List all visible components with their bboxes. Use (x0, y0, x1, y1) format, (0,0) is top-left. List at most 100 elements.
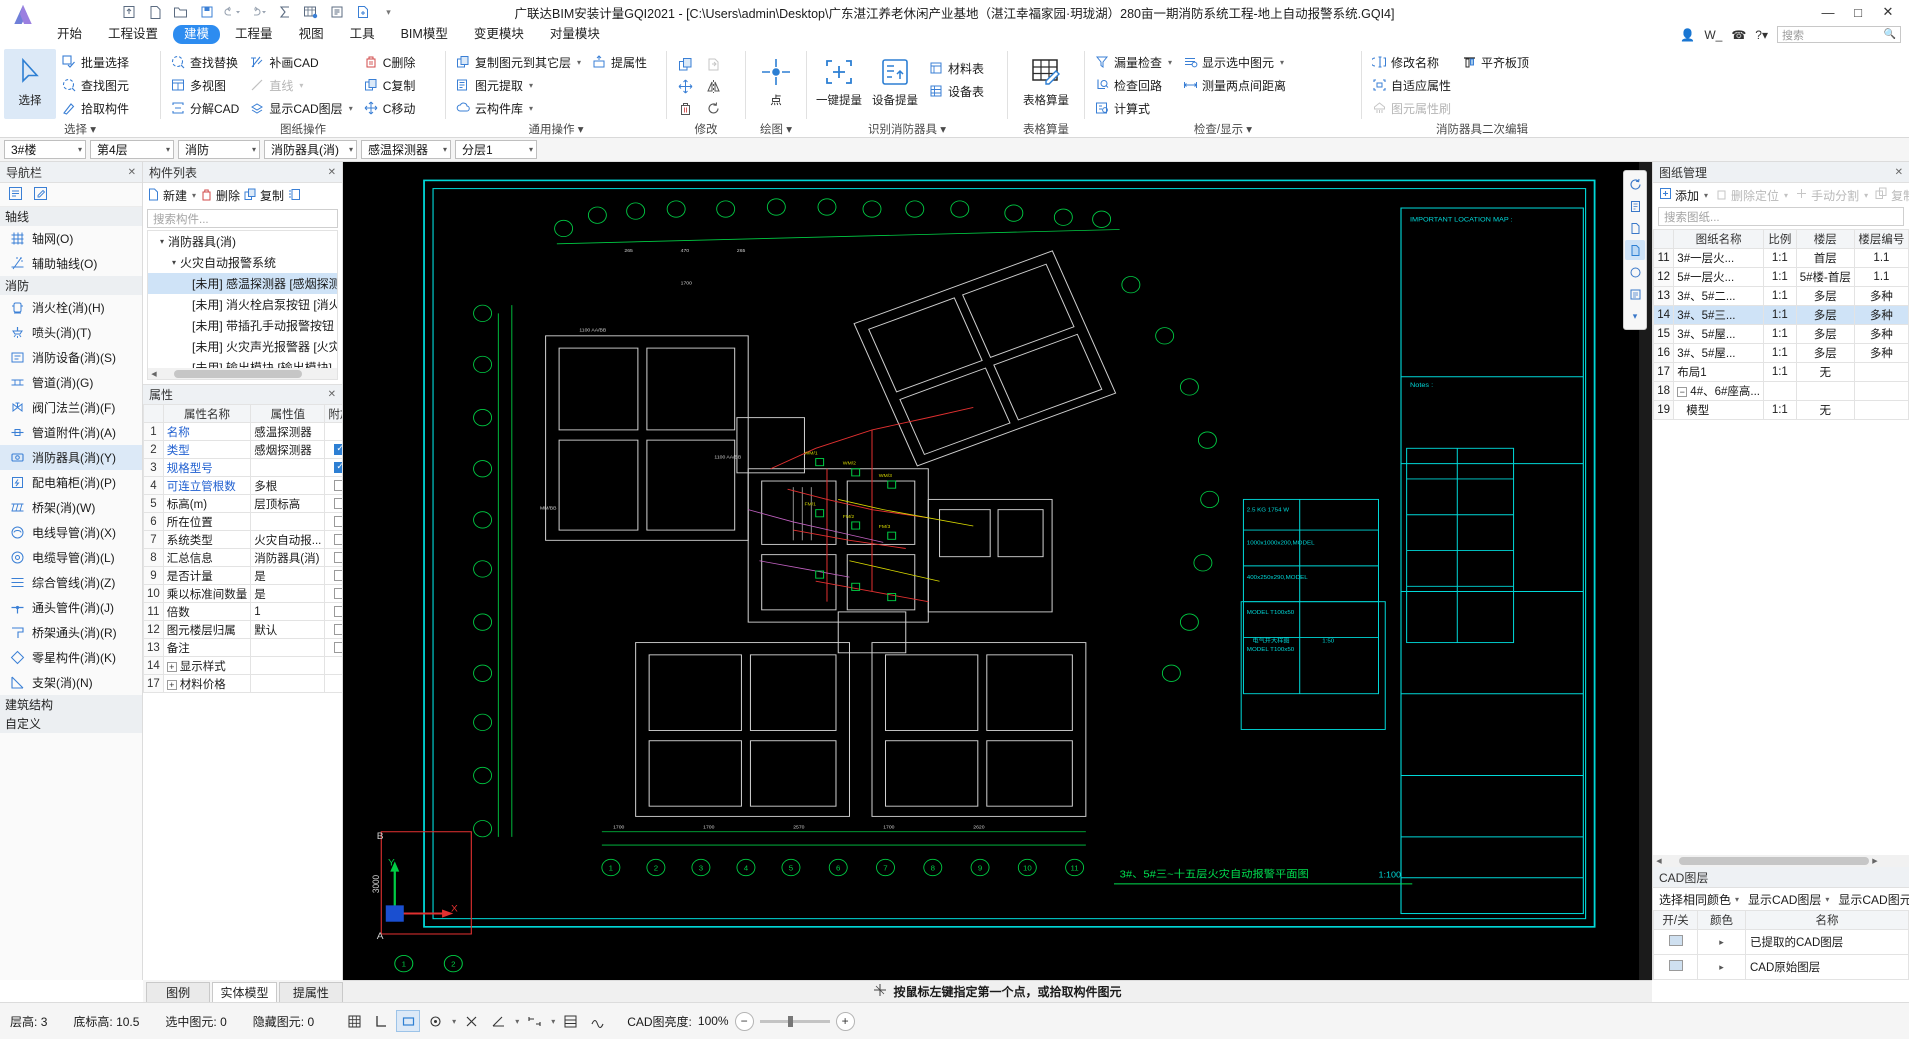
table-row[interactable]: 7 系统类型 火灾自动报... (143, 530, 342, 549)
sidebar-item-hydrant[interactable]: 消火栓(消)(H) (0, 295, 142, 320)
window-controls[interactable]: — □ ✕ (1813, 0, 1903, 24)
tree-node[interactable]: [未用] 感温探测器 [感烟探测器] (148, 273, 337, 294)
attr-check[interactable] (324, 458, 342, 477)
drawing-name[interactable]: 3#、5#屋... (1673, 324, 1764, 344)
menu-tab-project-settings[interactable]: 工程设置 (97, 25, 169, 44)
attr-value[interactable]: 是 (250, 566, 326, 585)
chevron-down-icon[interactable]: ▾ (577, 58, 581, 67)
batch-select-button[interactable]: 批量选择 (56, 51, 134, 73)
redo-icon[interactable] (250, 4, 267, 21)
twisty-icon[interactable]: ▾ (156, 237, 168, 246)
component-selector[interactable]: 感温探测器 ▾ (361, 140, 451, 159)
layer-toggle-cell[interactable] (1653, 929, 1698, 955)
component-tree[interactable]: ▾ 消防器具(消) ▾ 火灾自动报警系统 [未用] 感温探测器 [感烟探测器] … (147, 230, 338, 380)
layer-on-swatch[interactable] (1668, 960, 1683, 971)
checkbox[interactable] (334, 623, 342, 635)
attr-value[interactable]: 层顶标高 (250, 494, 326, 513)
layer-stack-icon[interactable] (1625, 196, 1645, 216)
zoom-slider-knob[interactable] (787, 1015, 793, 1027)
list-icon[interactable] (1625, 284, 1645, 304)
menu-tab-bim-model[interactable]: BIM模型 (390, 25, 459, 44)
component-type-selector[interactable]: 消防器具(消) ▾ (264, 140, 357, 159)
sidebar-item-distribution-box[interactable]: 配电箱柜(消)(P) (0, 470, 142, 495)
chevron-down-icon[interactable]: ▾ (192, 191, 196, 200)
new-component-button[interactable]: 新建 ▾ (147, 187, 196, 204)
drawing-name[interactable]: 5#一层火... (1673, 267, 1764, 287)
close-icon[interactable]: ✕ (328, 167, 336, 178)
search-input[interactable]: 搜索 🔍 (1777, 26, 1901, 43)
search-icon[interactable]: 🔍 (1884, 29, 1896, 40)
tab-solid-model[interactable]: 实体模型 (212, 982, 277, 1002)
list-icon[interactable] (8, 186, 23, 204)
tree-node[interactable]: [未用] 消火栓启泵按钮 [消火栓启泵 (148, 294, 337, 315)
menu-tab-compare-module[interactable]: 对量模块 (539, 25, 611, 44)
new-doc-icon[interactable] (146, 4, 163, 21)
attr-check[interactable] (324, 602, 342, 621)
copy-component-button[interactable]: 复制 (244, 187, 284, 204)
chevron-down-icon[interactable]: ▾ (244, 145, 256, 154)
drawing-table[interactable]: 图纸名称 比例 楼层 楼层编号 11 3#一层火... 1:1 首层 1.1 12 5#一… (1653, 229, 1909, 855)
component-list-toolbar[interactable]: 新建 ▾ 删除 复制 (143, 183, 342, 208)
sidebar-item-valve-flange[interactable]: 阀门法兰(消)(F) (0, 395, 142, 420)
chevron-down-icon[interactable]: ▾ (1825, 895, 1829, 904)
attr-check[interactable] (324, 548, 342, 567)
table-row[interactable]: 12 图元楼层归属 默认 (143, 620, 342, 639)
close-icon[interactable]: ✕ (328, 389, 336, 400)
layer-selector[interactable]: 分层1 ▾ (455, 140, 537, 159)
attr-value[interactable]: 消防器具(消) (250, 548, 326, 567)
pick-component-button[interactable]: 拾取构件 (56, 97, 134, 119)
table-row[interactable]: 13 3#、5#二... 1:1 多层 多种 (1653, 286, 1909, 306)
show-selected-element-button[interactable]: 显示选中图元 ▾ (1177, 51, 1291, 73)
table-row[interactable]: ▸ CAD原始图层 (1653, 954, 1909, 980)
ortho-toggle-icon[interactable] (369, 1010, 393, 1032)
chevron-down-icon[interactable]: ▾ (1280, 58, 1284, 67)
chevron-down-icon[interactable]: ▾ (70, 145, 82, 154)
edit-icon[interactable] (33, 186, 48, 204)
table-row[interactable]: 6 所在位置 (143, 512, 342, 531)
sidebar-item-pipe[interactable]: 管道(消)(G) (0, 370, 142, 395)
attr-value[interactable]: 火灾自动报... (250, 530, 326, 549)
rename-button[interactable]: 修改名称 (1366, 51, 1456, 73)
undo-icon[interactable] (224, 4, 241, 21)
rect-select-toggle-icon[interactable] (396, 1010, 421, 1032)
chevron-down-icon[interactable]: ▾ (1625, 306, 1645, 326)
drawing-name[interactable]: 3#一层火... (1673, 248, 1764, 268)
copy-sheet-icon[interactable] (1625, 218, 1645, 238)
layer-toggle-cell[interactable] (1653, 954, 1698, 980)
table-calc-button[interactable]: 表格算量 (1013, 49, 1079, 108)
expand-icon[interactable]: + (166, 661, 177, 672)
chevron-down-icon[interactable]: ▾ (299, 81, 303, 90)
menu-right-area[interactable]: 👤 W_ ☎ ?▾ 搜索 🔍 (1680, 24, 1901, 45)
curve-toggle-icon[interactable] (585, 1010, 609, 1032)
device-table-button[interactable]: 设备表 (923, 80, 989, 102)
scroll-left-arrow-icon[interactable]: ◀ (148, 370, 160, 378)
component-search-input[interactable]: 搜索构件... (147, 209, 338, 228)
formula-button[interactable]: 计算式 (1089, 97, 1177, 119)
attr-check[interactable] (324, 566, 342, 585)
open-folder-icon[interactable] (172, 4, 189, 21)
scroll-thumb[interactable] (1679, 857, 1869, 865)
cross-toggle-icon[interactable] (459, 1010, 483, 1032)
attr-value[interactable]: 是 (250, 584, 326, 603)
select-tool-button[interactable]: 选择 (4, 49, 56, 119)
headset-icon[interactable]: ☎ (1731, 28, 1746, 42)
copy-drawing-button[interactable]: 复制 (1875, 187, 1909, 204)
copy-to-other-layer-button[interactable]: 复制图元到其它层 ▾ (450, 51, 586, 73)
status-bar-toggles[interactable]: ▾ ▾ ▾ (342, 1010, 609, 1032)
table-row[interactable]: 1 名称 感温探测器 (143, 422, 342, 441)
table-row[interactable]: 9 是否计量是 (143, 566, 342, 585)
chevron-down-icon[interactable]: ▾ (515, 1017, 519, 1026)
check-circuit-button[interactable]: 检查回路 (1089, 74, 1177, 96)
cad-canvas[interactable]: IMPORTANT LOCATION MAP : Notes : 2.5 KG … (343, 162, 1652, 980)
checkbox[interactable] (334, 515, 342, 527)
grid-icon[interactable] (302, 4, 319, 21)
drawing-name[interactable]: 模型 (1673, 400, 1764, 420)
show-cad-element-toggle[interactable]: 显示CAD图元 (1838, 891, 1909, 908)
sidebar-item-conduit[interactable]: 电线导管(消)(X) (0, 520, 142, 545)
cad-layer-table[interactable]: 开/关 颜色 名称 ▸ 已提取的CAD图层 ▸ CAD原始图层 (1653, 910, 1909, 980)
table-row[interactable]: 8 汇总信息 消防器具(消) (143, 548, 342, 567)
status-bar-right[interactable]: CAD图亮度: 100% − + (627, 1011, 855, 1031)
floor-selector[interactable]: 第4层 ▾ (90, 140, 174, 159)
sum-icon[interactable] (276, 4, 293, 21)
attr-check[interactable] (324, 494, 342, 513)
